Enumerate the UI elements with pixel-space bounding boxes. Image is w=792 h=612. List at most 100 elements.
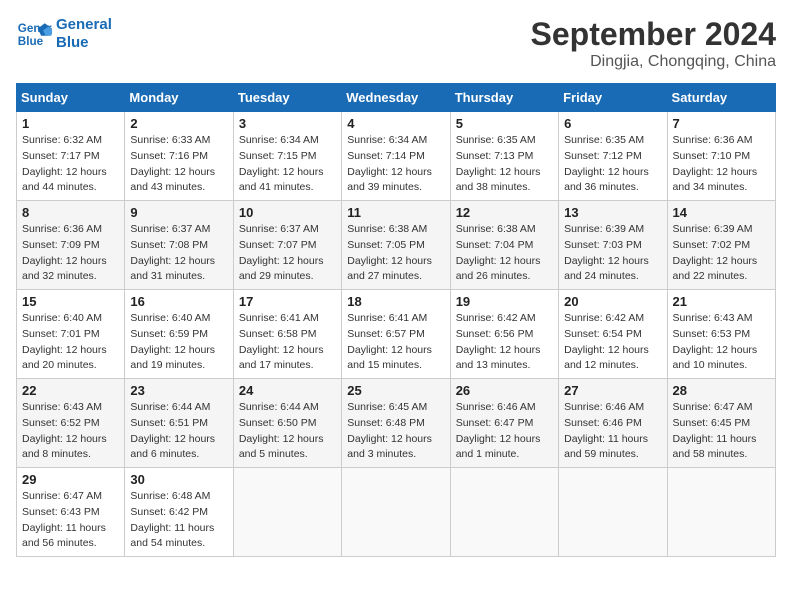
calendar-cell: 13Sunrise: 6:39 AM Sunset: 7:03 PM Dayli…	[559, 201, 667, 290]
calendar-cell	[342, 468, 450, 557]
calendar-cell: 9Sunrise: 6:37 AM Sunset: 7:08 PM Daylig…	[125, 201, 233, 290]
weekday-header: Friday	[559, 84, 667, 112]
logo: General Blue General Blue	[16, 16, 112, 52]
page-header: General Blue General Blue September 2024…	[16, 16, 776, 71]
logo-text-blue: Blue	[56, 34, 112, 52]
calendar-table: SundayMondayTuesdayWednesdayThursdayFrid…	[16, 83, 776, 557]
day-number: 15	[22, 294, 119, 309]
day-info: Sunrise: 6:45 AM Sunset: 6:48 PM Dayligh…	[347, 400, 444, 463]
day-number: 26	[456, 383, 553, 398]
day-number: 12	[456, 205, 553, 220]
logo-text-general: General	[56, 16, 112, 34]
calendar-week-row: 15Sunrise: 6:40 AM Sunset: 7:01 PM Dayli…	[17, 290, 776, 379]
day-number: 4	[347, 116, 444, 131]
calendar-cell: 24 Sunrise: 6:44 AM Sunset: 6:50 PM Dayli…	[233, 379, 341, 468]
day-info: Sunrise: 6:38 AM Sunset: 7:04 PM Dayligh…	[456, 222, 553, 285]
weekday-header: Tuesday	[233, 84, 341, 112]
weekday-header: Sunday	[17, 84, 125, 112]
day-info: Sunrise: 6:48 AM Sunset: 6:42 PM Dayligh…	[130, 489, 227, 552]
weekday-header: Saturday	[667, 84, 775, 112]
month-title: September 2024	[531, 16, 776, 53]
day-number: 10	[239, 205, 336, 220]
day-number: 3	[239, 116, 336, 131]
calendar-cell: 3 Sunrise: 6:34 AM Sunset: 7:15 PM Daylig…	[233, 112, 341, 201]
day-info: Sunrise: 6:46 AM Sunset: 6:46 PM Dayligh…	[564, 400, 661, 463]
day-info: Sunrise: 6:43 AM Sunset: 6:53 PM Dayligh…	[673, 311, 770, 374]
day-number: 25	[347, 383, 444, 398]
day-info: Sunrise: 6:35 AM Sunset: 7:13 PM Dayligh…	[456, 133, 553, 196]
day-number: 8	[22, 205, 119, 220]
calendar-week-row: 29 Sunrise: 6:47 AM Sunset: 6:43 PM Dayli…	[17, 468, 776, 557]
svg-text:Blue: Blue	[18, 35, 44, 48]
calendar-cell: 25 Sunrise: 6:45 AM Sunset: 6:48 PM Dayli…	[342, 379, 450, 468]
day-info: Sunrise: 6:41 AM Sunset: 6:57 PM Dayligh…	[347, 311, 444, 374]
calendar-cell: 21Sunrise: 6:43 AM Sunset: 6:53 PM Dayli…	[667, 290, 775, 379]
day-info: Sunrise: 6:36 AM Sunset: 7:09 PM Dayligh…	[22, 222, 119, 285]
day-number: 11	[347, 205, 444, 220]
calendar-cell: 30 Sunrise: 6:48 AM Sunset: 6:42 PM Dayli…	[125, 468, 233, 557]
day-number: 27	[564, 383, 661, 398]
day-info: Sunrise: 6:47 AM Sunset: 6:43 PM Dayligh…	[22, 489, 119, 552]
location-title: Dingjia, Chongqing, China	[531, 53, 776, 71]
day-info: Sunrise: 6:33 AM Sunset: 7:16 PM Dayligh…	[130, 133, 227, 196]
day-info: Sunrise: 6:42 AM Sunset: 6:56 PM Dayligh…	[456, 311, 553, 374]
day-info: Sunrise: 6:36 AM Sunset: 7:10 PM Dayligh…	[673, 133, 770, 196]
day-info: Sunrise: 6:44 AM Sunset: 6:51 PM Dayligh…	[130, 400, 227, 463]
day-number: 28	[673, 383, 770, 398]
calendar-cell: 18 Sunrise: 6:41 AM Sunset: 6:57 PM Dayli…	[342, 290, 450, 379]
calendar-cell	[233, 468, 341, 557]
title-block: September 2024 Dingjia, Chongqing, China	[531, 16, 776, 71]
calendar-week-row: 22Sunrise: 6:43 AM Sunset: 6:52 PM Dayli…	[17, 379, 776, 468]
day-info: Sunrise: 6:32 AM Sunset: 7:17 PM Dayligh…	[22, 133, 119, 196]
day-number: 6	[564, 116, 661, 131]
day-number: 20	[564, 294, 661, 309]
day-number: 18	[347, 294, 444, 309]
day-number: 24	[239, 383, 336, 398]
calendar-cell: 14 Sunrise: 6:39 AM Sunset: 7:02 PM Dayli…	[667, 201, 775, 290]
calendar-cell: 19 Sunrise: 6:42 AM Sunset: 6:56 PM Dayli…	[450, 290, 558, 379]
calendar-cell: 16Sunrise: 6:40 AM Sunset: 6:59 PM Dayli…	[125, 290, 233, 379]
calendar-header-row: SundayMondayTuesdayWednesdayThursdayFrid…	[17, 84, 776, 112]
day-number: 7	[673, 116, 770, 131]
day-number: 9	[130, 205, 227, 220]
day-number: 2	[130, 116, 227, 131]
calendar-cell: 17 Sunrise: 6:41 AM Sunset: 6:58 PM Dayli…	[233, 290, 341, 379]
day-number: 23	[130, 383, 227, 398]
calendar-cell: 7 Sunrise: 6:36 AM Sunset: 7:10 PM Daylig…	[667, 112, 775, 201]
calendar-cell: 11Sunrise: 6:38 AM Sunset: 7:05 PM Dayli…	[342, 201, 450, 290]
day-info: Sunrise: 6:35 AM Sunset: 7:12 PM Dayligh…	[564, 133, 661, 196]
day-number: 17	[239, 294, 336, 309]
calendar-cell: 29 Sunrise: 6:47 AM Sunset: 6:43 PM Dayli…	[17, 468, 125, 557]
day-number: 29	[22, 472, 119, 487]
day-info: Sunrise: 6:44 AM Sunset: 6:50 PM Dayligh…	[239, 400, 336, 463]
calendar-cell: 2 Sunrise: 6:33 AM Sunset: 7:16 PM Daylig…	[125, 112, 233, 201]
day-number: 5	[456, 116, 553, 131]
day-info: Sunrise: 6:47 AM Sunset: 6:45 PM Dayligh…	[673, 400, 770, 463]
weekday-header: Thursday	[450, 84, 558, 112]
day-number: 19	[456, 294, 553, 309]
calendar-cell: 6 Sunrise: 6:35 AM Sunset: 7:12 PM Daylig…	[559, 112, 667, 201]
calendar-cell	[450, 468, 558, 557]
calendar-cell: 23 Sunrise: 6:44 AM Sunset: 6:51 PM Dayli…	[125, 379, 233, 468]
day-number: 22	[22, 383, 119, 398]
day-number: 14	[673, 205, 770, 220]
weekday-header: Wednesday	[342, 84, 450, 112]
calendar-cell	[667, 468, 775, 557]
day-info: Sunrise: 6:37 AM Sunset: 7:07 PM Dayligh…	[239, 222, 336, 285]
day-info: Sunrise: 6:34 AM Sunset: 7:15 PM Dayligh…	[239, 133, 336, 196]
calendar-cell: 8 Sunrise: 6:36 AM Sunset: 7:09 PM Daylig…	[17, 201, 125, 290]
calendar-cell: 4Sunrise: 6:34 AM Sunset: 7:14 PM Daylig…	[342, 112, 450, 201]
day-info: Sunrise: 6:40 AM Sunset: 6:59 PM Dayligh…	[130, 311, 227, 374]
calendar-cell: 20 Sunrise: 6:42 AM Sunset: 6:54 PM Dayli…	[559, 290, 667, 379]
day-info: Sunrise: 6:39 AM Sunset: 7:02 PM Dayligh…	[673, 222, 770, 285]
calendar-cell: 1 Sunrise: 6:32 AM Sunset: 7:17 PM Daylig…	[17, 112, 125, 201]
calendar-cell: 10 Sunrise: 6:37 AM Sunset: 7:07 PM Dayli…	[233, 201, 341, 290]
calendar-week-row: 8 Sunrise: 6:36 AM Sunset: 7:09 PM Daylig…	[17, 201, 776, 290]
day-info: Sunrise: 6:41 AM Sunset: 6:58 PM Dayligh…	[239, 311, 336, 374]
day-number: 30	[130, 472, 227, 487]
calendar-cell: 27 Sunrise: 6:46 AM Sunset: 6:46 PM Dayli…	[559, 379, 667, 468]
calendar-week-row: 1 Sunrise: 6:32 AM Sunset: 7:17 PM Daylig…	[17, 112, 776, 201]
day-number: 1	[22, 116, 119, 131]
day-info: Sunrise: 6:42 AM Sunset: 6:54 PM Dayligh…	[564, 311, 661, 374]
day-info: Sunrise: 6:39 AM Sunset: 7:03 PM Dayligh…	[564, 222, 661, 285]
